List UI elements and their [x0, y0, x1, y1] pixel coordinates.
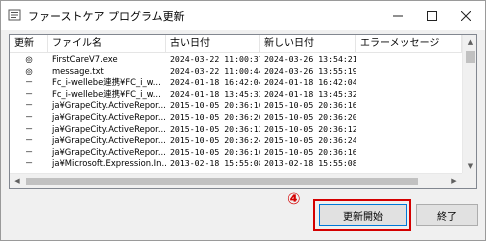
horizontal-scrollbar[interactable]: ◀ ▶ [10, 173, 462, 188]
table-row[interactable]: ◎ message.txt 2024-03-22 11:00:44 2024-03-2… [10, 66, 462, 78]
window-title: ファーストケア プログラム更新 [28, 10, 185, 23]
filename-cell: Fc_i-wellebe連携¥FC_i_w... [52, 88, 161, 99]
error-cell [356, 112, 462, 124]
old-date-cell: 2015-10-05 20:36:24 [170, 135, 260, 146]
title-bar[interactable]: ファーストケア プログラム更新 [1, 1, 485, 30]
table-row[interactable]: － ja¥GrapeCity.ActiveRepor... 2015-10-05 2… [10, 147, 462, 159]
new-date-cell: 2015-10-05 20:36:24 [264, 135, 356, 146]
old-date-cell: 2015-10-05 20:36:16 [170, 146, 260, 157]
error-cell [356, 77, 462, 89]
filename-cell: ja¥GrapeCity.ActiveRepor... [52, 100, 166, 111]
error-cell [356, 66, 462, 78]
table-row[interactable]: － Fc_i-wellebe連携¥FC_i_w... 2024-01-18 13:4… [10, 89, 462, 101]
filename-cell: ja¥GrapeCity.ActiveRepor... [52, 112, 166, 122]
table-row[interactable]: － Fc_i-wellebe連携¥FC_i_w... 2024-01-18 16:4… [10, 77, 462, 89]
scroll-down-icon[interactable]: ▼ [463, 159, 476, 173]
annotation-highlight-box [313, 199, 411, 231]
error-cell [356, 54, 462, 66]
scroll-corner [462, 173, 476, 188]
old-date-cell: 2015-10-05 20:36:20 [170, 112, 260, 122]
update-status-cell: － [24, 158, 34, 169]
update-window: ファーストケア プログラム更新 更新 ファイル名 古い日付 新しい日付 エラーメ… [0, 0, 486, 241]
filename-cell: Fc_i-wellebe連携¥FC_i_w... [52, 77, 161, 88]
table-row[interactable]: － ja¥GrapeCity.ActiveRepor... 2015-10-05 2… [10, 100, 462, 112]
old-date-cell: 2015-10-05 20:36:12 [170, 123, 260, 134]
annotation-callout: ④ [287, 189, 301, 208]
app-icon [8, 8, 22, 22]
error-cell [356, 124, 462, 136]
filename-cell: ja¥Microsoft.Expression.In... [52, 158, 166, 169]
update-status-cell: ◎ [25, 65, 33, 76]
scroll-up-icon[interactable]: ▲ [463, 35, 476, 49]
list-header: 更新 ファイル名 古い日付 新しい日付 エラーメッセージ [10, 35, 462, 53]
close-icon [461, 10, 471, 21]
filename-cell: ja¥GrapeCity.ActiveRepor... [52, 135, 166, 146]
old-date-cell: 2015-10-05 20:36:16 [170, 100, 260, 111]
error-cell [356, 135, 462, 147]
maximize-button[interactable] [415, 1, 449, 30]
update-status-cell: － [24, 77, 34, 88]
scroll-left-icon[interactable]: ◀ [10, 174, 24, 188]
new-date-cell: 2015-10-05 20:36:20 [264, 112, 356, 122]
error-cell [356, 158, 462, 170]
update-status-cell: － [24, 88, 34, 99]
table-row[interactable]: － ja¥GrapeCity.ActiveRepor... 2015-10-05 2… [10, 135, 462, 147]
close-button[interactable] [449, 1, 483, 30]
vertical-scroll-thumb[interactable] [466, 51, 475, 63]
table-row[interactable]: － ja¥Microsoft.Expression.In... 2013-02-18… [10, 158, 462, 170]
new-date-cell: 2024-01-18 16:42:04 [264, 77, 356, 88]
minimize-button[interactable] [381, 1, 415, 30]
new-date-cell: 2024-03-26 13:54:21 [264, 54, 356, 64]
old-date-cell: 2024-03-22 11:00:37 [170, 54, 260, 64]
error-cell [356, 100, 462, 112]
scroll-right-icon[interactable]: ▶ [447, 174, 461, 188]
update-status-cell: － [24, 100, 34, 111]
new-date-cell: 2024-01-18 13:45:32 [264, 88, 356, 99]
update-status-cell: － [24, 123, 34, 134]
table-row[interactable]: ◎ FirstCareV7.exe 2024-03-22 11:00:37 2024-… [10, 54, 462, 66]
new-date-cell: 2015-10-05 20:36:12 [264, 123, 356, 134]
minimize-icon [393, 15, 403, 16]
filename-cell: FirstCareV7.exe [52, 54, 118, 64]
old-date-cell: 2024-01-18 16:42:04 [170, 77, 260, 88]
filename-cell: ja¥GrapeCity.ActiveRepor... [52, 123, 166, 134]
column-header-filename[interactable]: ファイル名 [48, 35, 166, 53]
new-date-cell: 2024-03-26 13:55:19 [264, 65, 356, 76]
update-status-cell: － [24, 146, 34, 157]
update-status-cell: ◎ [25, 54, 33, 64]
vertical-scrollbar[interactable]: ▲ ▼ [462, 35, 476, 188]
old-date-cell: 2024-03-22 11:00:44 [170, 65, 260, 76]
table-row[interactable]: － ja¥GrapeCity.ActiveRepor... 2015-10-05 2… [10, 112, 462, 124]
column-header-update[interactable]: 更新 [10, 35, 48, 53]
new-date-cell: 2015-10-05 20:36:16 [264, 146, 356, 157]
old-date-cell: 2013-02-18 15:55:08 [170, 158, 260, 169]
horizontal-scroll-thumb[interactable] [26, 178, 418, 185]
error-cell [356, 89, 462, 101]
column-header-error[interactable]: エラーメッセージ [356, 35, 462, 53]
column-header-new-date[interactable]: 新しい日付 [260, 35, 356, 53]
column-header-old-date[interactable]: 古い日付 [166, 35, 260, 53]
table-row[interactable]: － ja¥GrapeCity.ActiveRepor... 2015-10-05 2… [10, 124, 462, 136]
filename-cell: message.txt [52, 65, 104, 76]
new-date-cell: 2015-10-05 20:36:16 [264, 100, 356, 111]
update-status-cell: － [24, 112, 34, 122]
update-status-cell: － [24, 135, 34, 146]
new-date-cell: 2013-02-18 15:55:08 [264, 158, 356, 169]
quit-button[interactable]: 終了 [416, 204, 478, 226]
error-cell [356, 147, 462, 159]
file-list[interactable]: 更新 ファイル名 古い日付 新しい日付 エラーメッセージ ◎ FirstCareV… [9, 34, 477, 189]
old-date-cell: 2024-01-18 13:45:32 [170, 88, 260, 99]
filename-cell: ja¥GrapeCity.ActiveRepor... [52, 146, 166, 157]
maximize-icon [427, 10, 437, 21]
